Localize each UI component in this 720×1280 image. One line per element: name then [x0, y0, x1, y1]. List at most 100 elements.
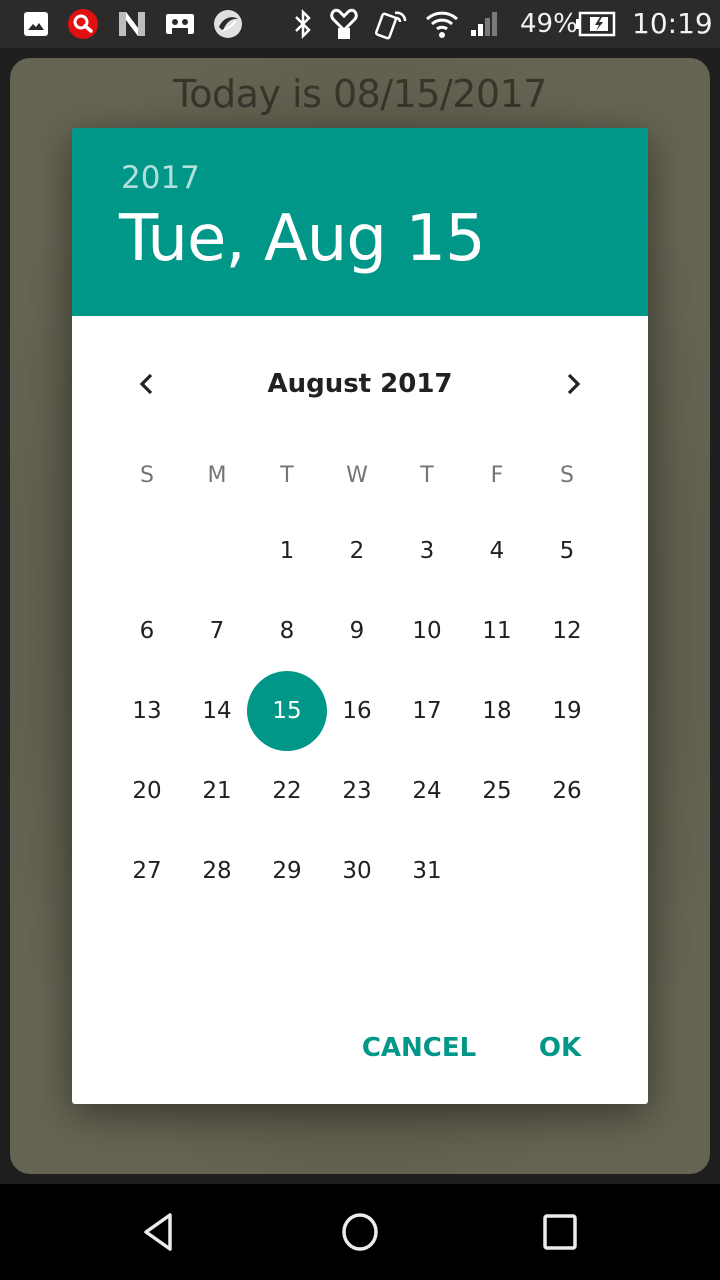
calendar-day[interactable]: 21 [182, 751, 252, 831]
day-number: 24 [412, 778, 442, 804]
weekday-label: F [490, 463, 504, 488]
day-number: 9 [349, 618, 365, 644]
chevron-right-icon [567, 373, 581, 395]
back-button[interactable] [128, 1208, 192, 1256]
calendar-day[interactable]: 2 [322, 511, 392, 591]
day-number: 22 [272, 778, 302, 804]
month-navigation: August 2017 [72, 348, 648, 420]
day-number: 16 [342, 698, 372, 724]
search-app-icon [66, 8, 100, 40]
navigation-bar [0, 1184, 720, 1280]
calendar-day[interactable]: 20 [112, 751, 182, 831]
day-number: 5 [559, 538, 575, 564]
date-picker-dialog: 2017 Tue, Aug 15 August 2017 S M T W T F… [72, 128, 648, 1104]
day-number: 27 [132, 858, 162, 884]
n-app-icon [116, 8, 148, 40]
weekday-label: T [280, 463, 294, 488]
calendar-day[interactable]: 13 [112, 671, 182, 751]
heart-sync-icon [328, 8, 360, 40]
ok-button[interactable]: OK [528, 1026, 592, 1070]
battery-percent: 49% [520, 9, 578, 39]
calendar-day[interactable]: 11 [462, 591, 532, 671]
dialog-header: 2017 Tue, Aug 15 [72, 128, 648, 316]
weekday-label: S [560, 463, 574, 488]
weekday-header: S M T W T F S [112, 456, 602, 496]
calendar-day[interactable]: 4 [462, 511, 532, 591]
calendar-day[interactable]: 27 [112, 831, 182, 911]
next-month-button[interactable] [549, 360, 597, 408]
calendar-day[interactable]: 1 [252, 511, 322, 591]
day-number: 2 [349, 538, 365, 564]
calendar-day[interactable]: 3 [392, 511, 462, 591]
calendar-day[interactable]: 28 [182, 831, 252, 911]
calendar-day[interactable]: 9 [322, 591, 392, 671]
weekday-label: T [420, 463, 434, 488]
calendar-day[interactable]: 17 [392, 671, 462, 751]
calendar-day[interactable]: 25 [462, 751, 532, 831]
empty-day-cell [462, 831, 532, 911]
day-number: 12 [552, 618, 582, 644]
header-year[interactable]: 2017 [121, 160, 200, 196]
calendar-day[interactable]: 26 [532, 751, 602, 831]
header-selected-date[interactable]: Tue, Aug 15 [119, 202, 486, 276]
day-number: 21 [202, 778, 232, 804]
calendar-week-row: 13 14 15 16 17 18 19 [112, 671, 602, 751]
today-label: Today is 08/15/2017 [173, 72, 547, 116]
weekday-label: S [140, 463, 154, 488]
calendar-day[interactable]: 23 [322, 751, 392, 831]
calendar-day[interactable]: 7 [182, 591, 252, 671]
calendar-day[interactable]: 24 [392, 751, 462, 831]
day-number: 29 [272, 858, 302, 884]
calendar-week-row: 1 2 3 4 5 [112, 511, 602, 591]
dialog-actions: CANCEL OK [72, 1018, 648, 1082]
day-number: 14 [202, 698, 232, 724]
calendar-grid: 1 2 3 4 5 6 7 8 9 10 11 12 13 14 15 16 17 18 19 20 21 22 23 24 2… [112, 511, 602, 911]
calendar-day[interactable]: 30 [322, 831, 392, 911]
day-number: 1 [279, 538, 295, 564]
day-number: 30 [342, 858, 372, 884]
weekday-label: M [207, 463, 227, 488]
back-icon [144, 1213, 172, 1251]
trend-micro-icon [212, 8, 244, 40]
day-number: 26 [552, 778, 582, 804]
chevron-left-icon [139, 373, 153, 395]
day-number: 13 [132, 698, 162, 724]
clock: 10:19 [632, 7, 713, 40]
home-icon [342, 1213, 378, 1251]
cancel-button[interactable]: CANCEL [352, 1026, 486, 1070]
calendar-day[interactable]: 29 [252, 831, 322, 911]
calendar-day[interactable]: 6 [112, 591, 182, 671]
recents-button[interactable] [528, 1208, 592, 1256]
calendar-day[interactable]: 16 [322, 671, 392, 751]
calendar-day[interactable]: 14 [182, 671, 252, 751]
voicemail-icon [164, 8, 196, 40]
calendar-week-row: 27 28 29 30 31 [112, 831, 602, 911]
calendar-week-row: 20 21 22 23 24 25 26 [112, 751, 602, 831]
weekday-label: W [346, 463, 368, 488]
wifi-icon [424, 8, 460, 40]
day-number: 23 [342, 778, 372, 804]
calendar-day-selected[interactable]: 15 [247, 671, 327, 751]
day-number: 20 [132, 778, 162, 804]
battery-charging-icon [576, 8, 616, 40]
calendar-day[interactable]: 8 [252, 591, 322, 671]
calendar-day[interactable]: 12 [532, 591, 602, 671]
day-number: 6 [139, 618, 155, 644]
calendar-week-row: 6 7 8 9 10 11 12 [112, 591, 602, 671]
gallery-icon [22, 8, 50, 40]
previous-month-button[interactable] [123, 360, 171, 408]
day-number: 17 [412, 698, 442, 724]
day-number: 7 [209, 618, 225, 644]
day-number: 4 [489, 538, 505, 564]
empty-day-cell [182, 511, 252, 591]
home-button[interactable] [328, 1208, 392, 1256]
day-number: 3 [419, 538, 435, 564]
calendar-day[interactable]: 5 [532, 511, 602, 591]
calendar-day[interactable]: 18 [462, 671, 532, 751]
day-number: 8 [279, 618, 295, 644]
calendar-day[interactable]: 10 [392, 591, 462, 671]
day-number: 31 [412, 858, 442, 884]
calendar-day[interactable]: 31 [392, 831, 462, 911]
calendar-day[interactable]: 22 [252, 751, 322, 831]
calendar-day[interactable]: 19 [532, 671, 602, 751]
